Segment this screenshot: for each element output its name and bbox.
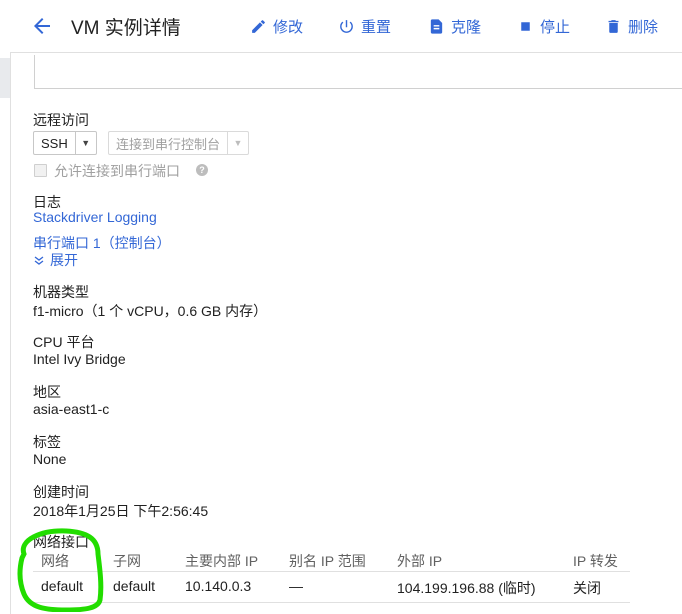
expand-label: 展开 xyxy=(50,252,78,268)
created-heading: 创建时间 xyxy=(33,484,89,500)
cell-alias-ip: — xyxy=(289,578,303,594)
delete-button[interactable]: 删除 xyxy=(605,15,658,37)
stackdriver-logging-link[interactable]: Stackdriver Logging xyxy=(33,209,157,225)
serial-port-checkbox-label: 允许连接到串行端口 xyxy=(54,163,180,179)
reset-button-label: 重置 xyxy=(361,18,392,36)
left-nav-selected[interactable] xyxy=(0,58,10,98)
cpu-platform-heading: CPU 平台 xyxy=(33,334,95,350)
serial-port-checkbox[interactable] xyxy=(34,164,47,177)
help-icon[interactable]: ? xyxy=(196,164,208,176)
stop-button[interactable]: 停止 xyxy=(517,15,570,37)
labels-value: None xyxy=(33,451,67,467)
col-header-external-ip: 外部 IP xyxy=(397,553,443,569)
edit-button-label: 修改 xyxy=(273,18,304,36)
ssh-button-label: SSH xyxy=(41,135,68,151)
labels-heading: 标签 xyxy=(33,434,61,450)
col-header-subnet: 子网 xyxy=(113,553,141,569)
cell-external-ip: 104.199.196.88 (临时) xyxy=(397,580,536,596)
ssh-button[interactable]: SSH ▼ xyxy=(33,131,97,155)
cell-internal-ip: 10.140.0.3 xyxy=(185,578,252,594)
col-header-alias-ip: 别名 IP 范围 xyxy=(289,553,366,569)
cell-subnet[interactable]: default xyxy=(113,578,155,594)
remote-access-heading: 远程访问 xyxy=(33,112,89,128)
zone-value: asia-east1-c xyxy=(33,401,110,417)
zone-heading: 地区 xyxy=(33,384,61,400)
col-header-internal-ip: 主要内部 IP xyxy=(185,553,259,569)
green-highlight-annotation xyxy=(17,528,104,612)
cell-ip-forwarding: 关闭 xyxy=(573,580,601,596)
stop-button-label: 停止 xyxy=(540,18,571,36)
serial-console-label: 连接到串行控制台 xyxy=(116,136,221,152)
machine-type-heading: 机器类型 xyxy=(33,284,89,300)
clone-button-label: 克隆 xyxy=(451,18,482,36)
page-title: VM 实例详情 xyxy=(71,18,181,39)
back-arrow-icon[interactable] xyxy=(30,14,54,38)
edit-icon xyxy=(252,19,265,33)
page-header: VM 实例详情 修改 重置 克隆 停止 删除 xyxy=(10,0,682,53)
delete-button-label: 删除 xyxy=(628,18,659,36)
clone-icon xyxy=(430,18,443,34)
table-row-divider xyxy=(33,602,630,603)
stop-icon xyxy=(521,21,530,31)
trash-icon xyxy=(608,19,619,33)
edit-button[interactable]: 修改 xyxy=(250,15,303,37)
serial-console-button[interactable]: 连接到串行控制台 ▼ xyxy=(108,131,250,155)
left-nav-strip xyxy=(0,0,11,614)
chevron-down-icon xyxy=(34,256,44,265)
created-value: 2018年1月25日 下午2:56:45 xyxy=(33,503,209,519)
power-icon xyxy=(340,19,353,33)
clone-button[interactable]: 克隆 xyxy=(428,15,481,37)
table-header-divider xyxy=(33,571,630,572)
expand-toggle[interactable]: 展开 xyxy=(33,250,78,270)
col-header-ip-forwarding: IP 转发 xyxy=(573,553,618,569)
reset-button[interactable]: 重置 xyxy=(338,15,391,37)
serial-dropdown-icon[interactable]: ▼ xyxy=(227,132,248,154)
ssh-dropdown-icon[interactable]: ▼ xyxy=(74,132,96,154)
text-area-remnant[interactable] xyxy=(34,55,682,89)
machine-type-value: f1-micro（1 个 vCPU，0.6 GB 内存） xyxy=(33,303,268,319)
cpu-platform-value: Intel Ivy Bridge xyxy=(33,351,126,367)
